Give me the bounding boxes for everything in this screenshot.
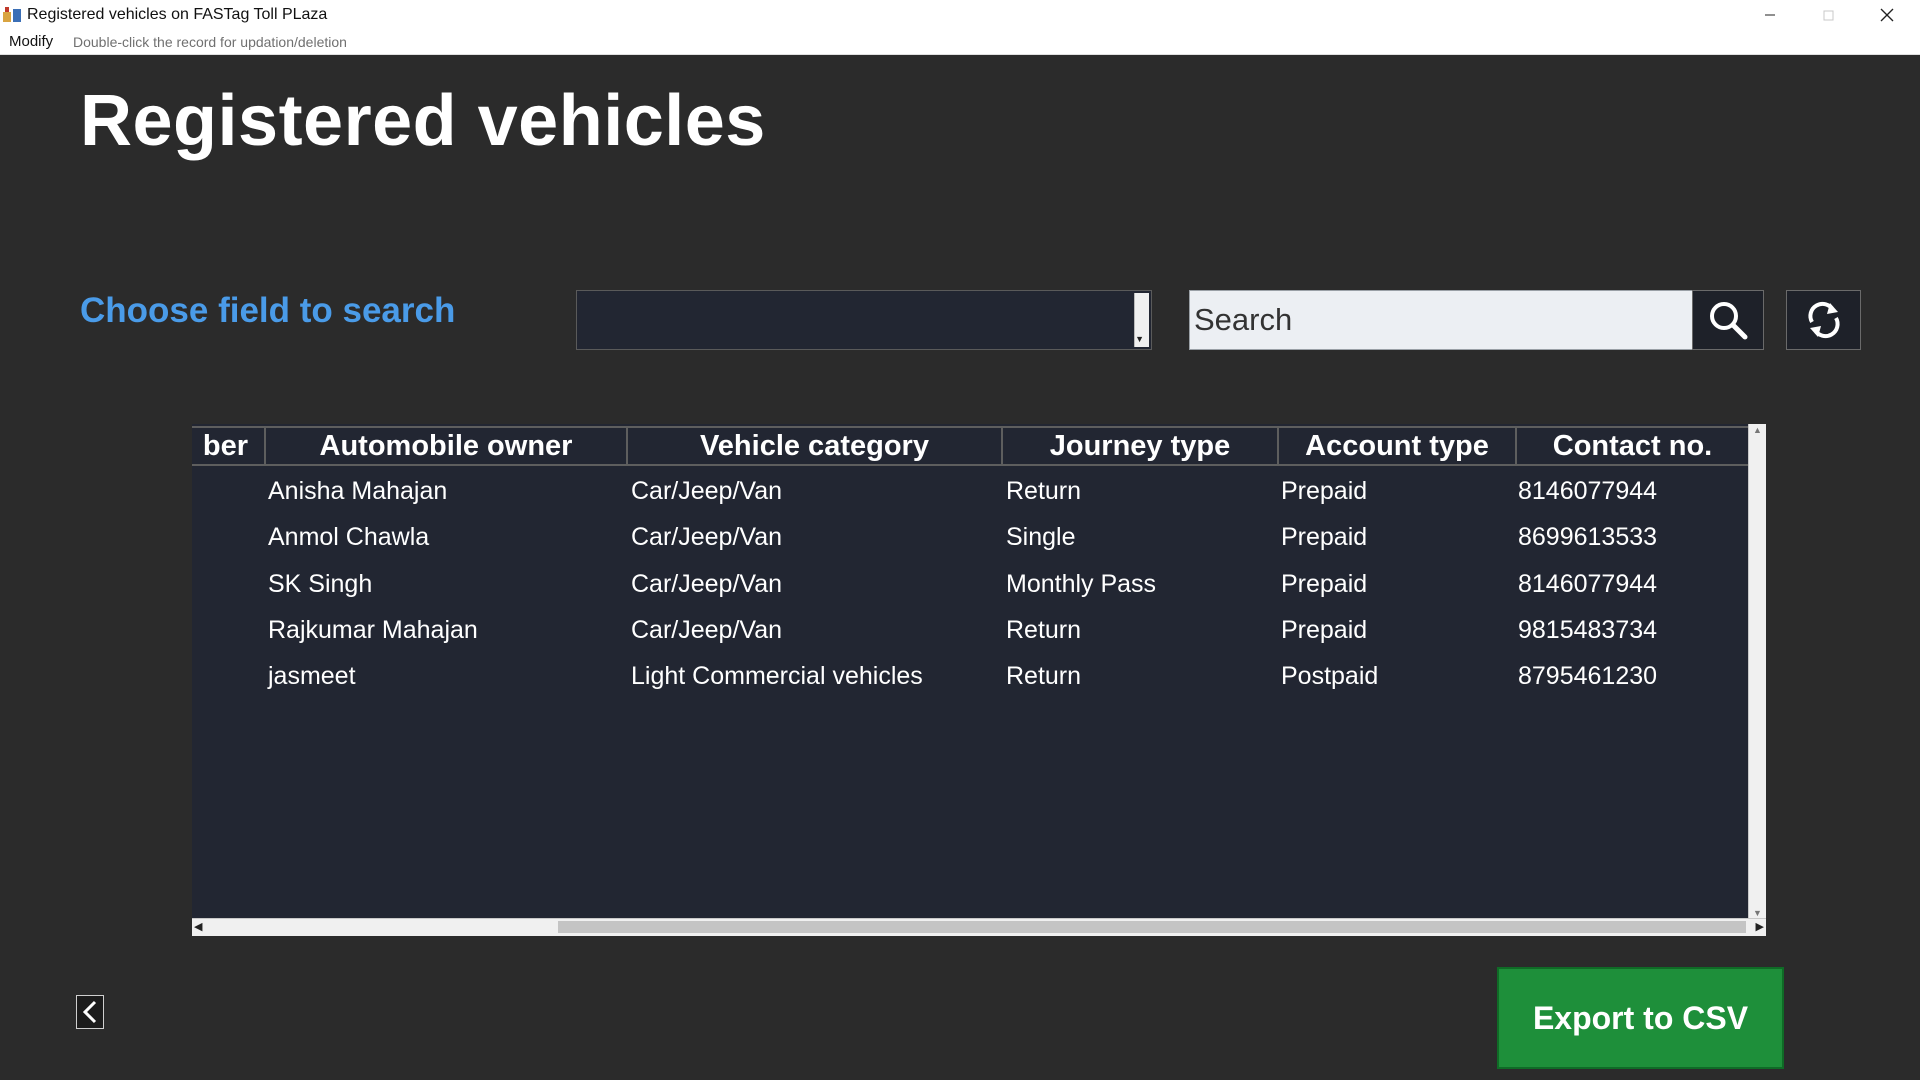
chevron-down-icon: ▼	[1135, 334, 1144, 344]
cell-journey: Single	[1006, 523, 1076, 552]
cell-contact: 8146077944	[1518, 569, 1658, 598]
table-vertical-scrollbar[interactable]: ▲ ▼	[1748, 424, 1766, 919]
title-bar: Registered vehicles on FASTag Toll PLaza	[0, 0, 1920, 29]
cell-category: Car/Jeep/Van	[631, 569, 783, 598]
scroll-down-icon[interactable]: ▼	[1753, 908, 1762, 918]
close-button[interactable]	[1858, 0, 1916, 29]
cell-category: Light Commercial vehicles	[631, 662, 923, 691]
cell-category: Car/Jeep/Van	[631, 477, 783, 505]
cell-account: Prepaid	[1281, 523, 1368, 552]
page-title: Registered vehicles	[80, 81, 766, 161]
maximize-icon	[1823, 10, 1834, 20]
horizontal-scroll-thumb[interactable]	[558, 921, 1746, 933]
cell-contact: 8146077944	[1518, 477, 1658, 505]
column-header-category[interactable]: Vehicle category	[626, 426, 1001, 466]
column-header-journey[interactable]: Journey type	[1001, 426, 1277, 466]
cell-owner: Anmol Chawla	[268, 523, 430, 552]
app-vehicle-icon	[3, 7, 21, 22]
menu-modify[interactable]: Modify	[9, 33, 53, 50]
search-field-label: Choose field to search	[80, 291, 456, 330]
table-horizontal-scrollbar[interactable]: ◀ ▶	[192, 918, 1766, 936]
minimize-icon	[1765, 14, 1775, 15]
cell-account: Prepaid	[1281, 569, 1368, 598]
search-input[interactable]	[1189, 290, 1693, 350]
table-body: Anisha Mahajan Car/Jeep/Van Return Prepa…	[192, 468, 1748, 699]
dropdown-scrollbar[interactable]: ▼	[1134, 293, 1149, 347]
scroll-up-icon[interactable]: ▲	[1753, 425, 1762, 435]
window-title: Registered vehicles on FASTag Toll PLaza	[27, 6, 328, 23]
cell-category: Car/Jeep/Van	[631, 615, 783, 644]
cell-account: Postpaid	[1281, 662, 1379, 691]
menu-bar: Modify Double-click the record for updat…	[0, 29, 1920, 55]
column-header-owner[interactable]: Automobile owner	[264, 426, 626, 466]
search-button[interactable]	[1692, 290, 1764, 350]
cell-journey: Return	[1006, 477, 1082, 505]
cell-owner: Anisha Mahajan	[268, 477, 448, 505]
column-header-account[interactable]: Account type	[1277, 426, 1515, 466]
scroll-left-icon[interactable]: ◀	[194, 920, 202, 933]
cell-owner: SK Singh	[268, 569, 373, 598]
search-field-select[interactable]: ▼	[576, 290, 1152, 350]
cell-journey: Return	[1006, 662, 1082, 691]
vehicles-table[interactable]: ber Automobile owner Vehicle category Jo…	[192, 424, 1766, 936]
table-row[interactable]: SK Singh Car/Jeep/Van Monthly Pass Prepa…	[192, 561, 1748, 607]
table-row[interactable]: Rajkumar Mahajan Car/Jeep/Van Return Pre…	[192, 607, 1748, 653]
cell-account: Prepaid	[1281, 477, 1368, 505]
table-row[interactable]: Anmol Chawla Car/Jeep/Van Single Prepaid…	[192, 514, 1748, 560]
cell-journey: Return	[1006, 615, 1082, 644]
cell-account: Prepaid	[1281, 615, 1368, 644]
cell-contact: 8795461230	[1518, 662, 1658, 691]
table-row[interactable]: jasmeet Light Commercial vehicles Return…	[192, 653, 1748, 699]
cell-owner: Rajkumar Mahajan	[268, 615, 478, 644]
scroll-right-icon[interactable]: ▶	[1756, 920, 1764, 933]
cell-contact: 9815483734	[1518, 615, 1658, 644]
column-header-number[interactable]: ber	[192, 426, 264, 466]
refresh-icon	[1807, 301, 1840, 339]
export-csv-button[interactable]: Export to CSV	[1497, 967, 1784, 1069]
column-header-contact[interactable]: Contact no.	[1515, 426, 1748, 466]
cell-owner: jasmeet	[268, 662, 356, 691]
menu-hint: Double-click the record for updation/del…	[73, 34, 347, 50]
minimize-button[interactable]	[1741, 0, 1799, 29]
cell-journey: Monthly Pass	[1006, 569, 1157, 598]
cell-category: Car/Jeep/Van	[631, 523, 783, 552]
maximize-button[interactable]	[1799, 0, 1857, 29]
cell-contact: 8699613533	[1518, 523, 1658, 552]
back-button[interactable]	[76, 995, 104, 1029]
chevron-left-icon	[82, 1000, 97, 1024]
table-header: ber Automobile owner Vehicle category Jo…	[192, 426, 1748, 466]
refresh-button[interactable]	[1786, 290, 1861, 350]
table-row[interactable]: Anisha Mahajan Car/Jeep/Van Return Prepa…	[192, 468, 1748, 514]
close-icon	[1880, 8, 1894, 21]
search-icon	[1710, 302, 1748, 340]
